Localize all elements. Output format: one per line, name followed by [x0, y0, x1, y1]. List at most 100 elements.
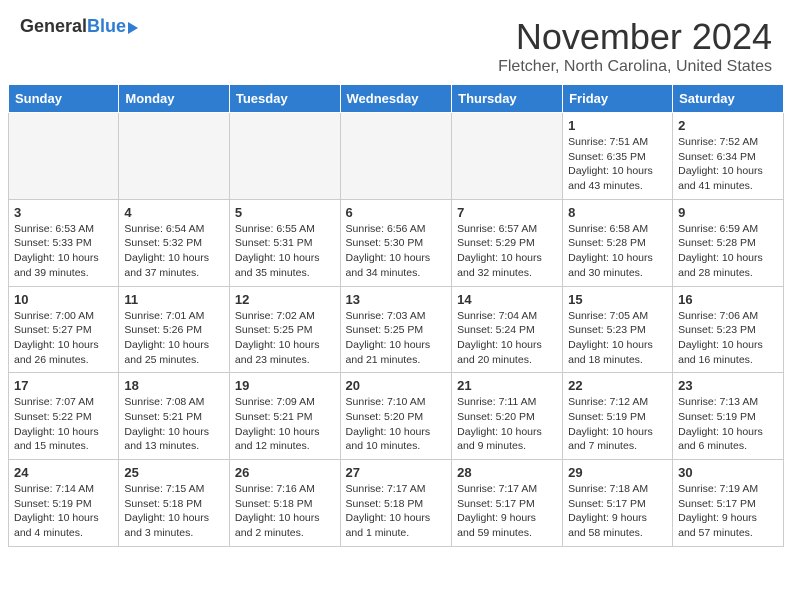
day-info: Sunrise: 7:19 AM Sunset: 5:17 PM Dayligh…	[678, 482, 778, 541]
calendar-week-row: 24 Sunrise: 7:14 AM Sunset: 5:19 PM Dayli…	[9, 460, 784, 547]
calendar-week-row: 17 Sunrise: 7:07 AM Sunset: 5:22 PM Dayli…	[9, 373, 784, 460]
location-title: Fletcher, North Carolina, United States	[498, 58, 772, 76]
day-number: 2	[678, 118, 778, 133]
calendar-day-header: Saturday	[673, 85, 784, 113]
calendar-day-cell: 14Sunrise: 7:04 AM Sunset: 5:24 PM Dayli…	[452, 286, 563, 373]
calendar-day-cell: 2 Sunrise: 7:52 AM Sunset: 6:34 PM Daylig…	[673, 113, 784, 200]
day-info: Sunrise: 7:06 AM Sunset: 5:23 PM Dayligh…	[678, 309, 778, 368]
day-number: 12	[235, 292, 335, 307]
calendar-day-header: Sunday	[9, 85, 119, 113]
day-number: 16	[678, 292, 778, 307]
logo-blue-text: Blue	[87, 16, 126, 37]
day-info: Sunrise: 6:59 AM Sunset: 5:28 PM Dayligh…	[678, 222, 778, 281]
day-info: Sunrise: 7:02 AM Sunset: 5:25 PM Dayligh…	[235, 309, 335, 368]
calendar-day-cell: 1Sunrise: 7:51 AM Sunset: 6:35 PM Daylig…	[563, 113, 673, 200]
day-info: Sunrise: 7:13 AM Sunset: 5:19 PM Dayligh…	[678, 395, 778, 454]
day-info: Sunrise: 7:08 AM Sunset: 5:21 PM Dayligh…	[124, 395, 224, 454]
calendar-day-cell: 29Sunrise: 7:18 AM Sunset: 5:17 PM Dayli…	[563, 460, 673, 547]
day-info: Sunrise: 7:01 AM Sunset: 5:26 PM Dayligh…	[124, 309, 224, 368]
day-number: 27	[346, 465, 447, 480]
day-info: Sunrise: 7:51 AM Sunset: 6:35 PM Dayligh…	[568, 135, 667, 194]
day-info: Sunrise: 7:00 AM Sunset: 5:27 PM Dayligh…	[14, 309, 113, 368]
calendar-day-cell: 18 Sunrise: 7:08 AM Sunset: 5:21 PM Dayli…	[119, 373, 230, 460]
calendar-day-cell: 10 Sunrise: 7:00 AM Sunset: 5:27 PM Dayli…	[9, 286, 119, 373]
calendar-day-cell: 30 Sunrise: 7:19 AM Sunset: 5:17 PM Dayli…	[673, 460, 784, 547]
calendar-day-cell: 3Sunrise: 6:53 AM Sunset: 5:33 PM Daylig…	[9, 199, 119, 286]
page-header: General Blue November 2024 Fletcher, Nor…	[0, 0, 792, 84]
calendar-week-row: 1Sunrise: 7:51 AM Sunset: 6:35 PM Daylig…	[9, 113, 784, 200]
calendar-day-cell: 20 Sunrise: 7:10 AM Sunset: 5:20 PM Dayli…	[340, 373, 452, 460]
calendar-day-cell: 17 Sunrise: 7:07 AM Sunset: 5:22 PM Dayli…	[9, 373, 119, 460]
calendar-day-header: Tuesday	[229, 85, 340, 113]
day-number: 9	[678, 205, 778, 220]
day-number: 7	[457, 205, 557, 220]
day-number: 21	[457, 378, 557, 393]
day-info: Sunrise: 7:12 AM Sunset: 5:19 PM Dayligh…	[568, 395, 667, 454]
calendar-header-row: SundayMondayTuesdayWednesdayThursdayFrid…	[9, 85, 784, 113]
calendar-day-cell: 8Sunrise: 6:58 AM Sunset: 5:28 PM Daylig…	[563, 199, 673, 286]
day-number: 11	[124, 292, 224, 307]
day-info: Sunrise: 6:56 AM Sunset: 5:30 PM Dayligh…	[346, 222, 447, 281]
calendar-day-cell: 16 Sunrise: 7:06 AM Sunset: 5:23 PM Dayli…	[673, 286, 784, 373]
calendar-day-cell: 9 Sunrise: 6:59 AM Sunset: 5:28 PM Daylig…	[673, 199, 784, 286]
day-info: Sunrise: 7:15 AM Sunset: 5:18 PM Dayligh…	[124, 482, 224, 541]
calendar-day-cell	[229, 113, 340, 200]
logo-arrow-icon	[128, 22, 138, 34]
calendar-day-header: Thursday	[452, 85, 563, 113]
day-number: 25	[124, 465, 224, 480]
calendar-day-cell	[119, 113, 230, 200]
day-info: Sunrise: 7:10 AM Sunset: 5:20 PM Dayligh…	[346, 395, 447, 454]
day-number: 30	[678, 465, 778, 480]
calendar-day-cell	[9, 113, 119, 200]
calendar-day-cell: 4Sunrise: 6:54 AM Sunset: 5:32 PM Daylig…	[119, 199, 230, 286]
calendar-day-cell: 5Sunrise: 6:55 AM Sunset: 5:31 PM Daylig…	[229, 199, 340, 286]
day-info: Sunrise: 7:07 AM Sunset: 5:22 PM Dayligh…	[14, 395, 113, 454]
calendar-day-cell: 28Sunrise: 7:17 AM Sunset: 5:17 PM Dayli…	[452, 460, 563, 547]
day-info: Sunrise: 7:16 AM Sunset: 5:18 PM Dayligh…	[235, 482, 335, 541]
day-number: 15	[568, 292, 667, 307]
day-info: Sunrise: 7:17 AM Sunset: 5:18 PM Dayligh…	[346, 482, 447, 541]
calendar-day-cell: 13 Sunrise: 7:03 AM Sunset: 5:25 PM Dayli…	[340, 286, 452, 373]
logo: General Blue	[20, 16, 138, 37]
calendar-week-row: 3Sunrise: 6:53 AM Sunset: 5:33 PM Daylig…	[9, 199, 784, 286]
calendar-day-cell: 27 Sunrise: 7:17 AM Sunset: 5:18 PM Dayli…	[340, 460, 452, 547]
day-number: 23	[678, 378, 778, 393]
calendar-day-cell: 7 Sunrise: 6:57 AM Sunset: 5:29 PM Daylig…	[452, 199, 563, 286]
calendar-week-row: 10 Sunrise: 7:00 AM Sunset: 5:27 PM Dayli…	[9, 286, 784, 373]
calendar-day-cell: 25 Sunrise: 7:15 AM Sunset: 5:18 PM Dayli…	[119, 460, 230, 547]
calendar-day-cell: 12 Sunrise: 7:02 AM Sunset: 5:25 PM Dayli…	[229, 286, 340, 373]
day-number: 17	[14, 378, 113, 393]
calendar-day-cell: 19 Sunrise: 7:09 AM Sunset: 5:21 PM Dayli…	[229, 373, 340, 460]
day-number: 4	[124, 205, 224, 220]
calendar-day-cell: 22 Sunrise: 7:12 AM Sunset: 5:19 PM Dayli…	[563, 373, 673, 460]
calendar-day-cell: 15Sunrise: 7:05 AM Sunset: 5:23 PM Dayli…	[563, 286, 673, 373]
day-info: Sunrise: 7:14 AM Sunset: 5:19 PM Dayligh…	[14, 482, 113, 541]
calendar-day-cell: 11 Sunrise: 7:01 AM Sunset: 5:26 PM Dayli…	[119, 286, 230, 373]
day-info: Sunrise: 7:03 AM Sunset: 5:25 PM Dayligh…	[346, 309, 447, 368]
day-number: 18	[124, 378, 224, 393]
day-info: Sunrise: 6:53 AM Sunset: 5:33 PM Dayligh…	[14, 222, 113, 281]
day-number: 22	[568, 378, 667, 393]
calendar-day-header: Friday	[563, 85, 673, 113]
day-number: 20	[346, 378, 447, 393]
day-info: Sunrise: 7:04 AM Sunset: 5:24 PM Dayligh…	[457, 309, 557, 368]
day-info: Sunrise: 7:18 AM Sunset: 5:17 PM Dayligh…	[568, 482, 667, 541]
day-number: 19	[235, 378, 335, 393]
day-number: 13	[346, 292, 447, 307]
day-number: 24	[14, 465, 113, 480]
day-info: Sunrise: 7:11 AM Sunset: 5:20 PM Dayligh…	[457, 395, 557, 454]
calendar-day-cell	[340, 113, 452, 200]
calendar-day-header: Monday	[119, 85, 230, 113]
title-block: November 2024 Fletcher, North Carolina, …	[498, 16, 772, 76]
day-info: Sunrise: 6:57 AM Sunset: 5:29 PM Dayligh…	[457, 222, 557, 281]
calendar-table: SundayMondayTuesdayWednesdayThursdayFrid…	[8, 84, 784, 547]
day-number: 5	[235, 205, 335, 220]
day-info: Sunrise: 7:52 AM Sunset: 6:34 PM Dayligh…	[678, 135, 778, 194]
calendar-day-header: Wednesday	[340, 85, 452, 113]
month-title: November 2024	[498, 16, 772, 58]
day-number: 26	[235, 465, 335, 480]
calendar-day-cell: 24 Sunrise: 7:14 AM Sunset: 5:19 PM Dayli…	[9, 460, 119, 547]
day-number: 10	[14, 292, 113, 307]
logo-general-text: General	[20, 16, 87, 37]
day-info: Sunrise: 7:09 AM Sunset: 5:21 PM Dayligh…	[235, 395, 335, 454]
